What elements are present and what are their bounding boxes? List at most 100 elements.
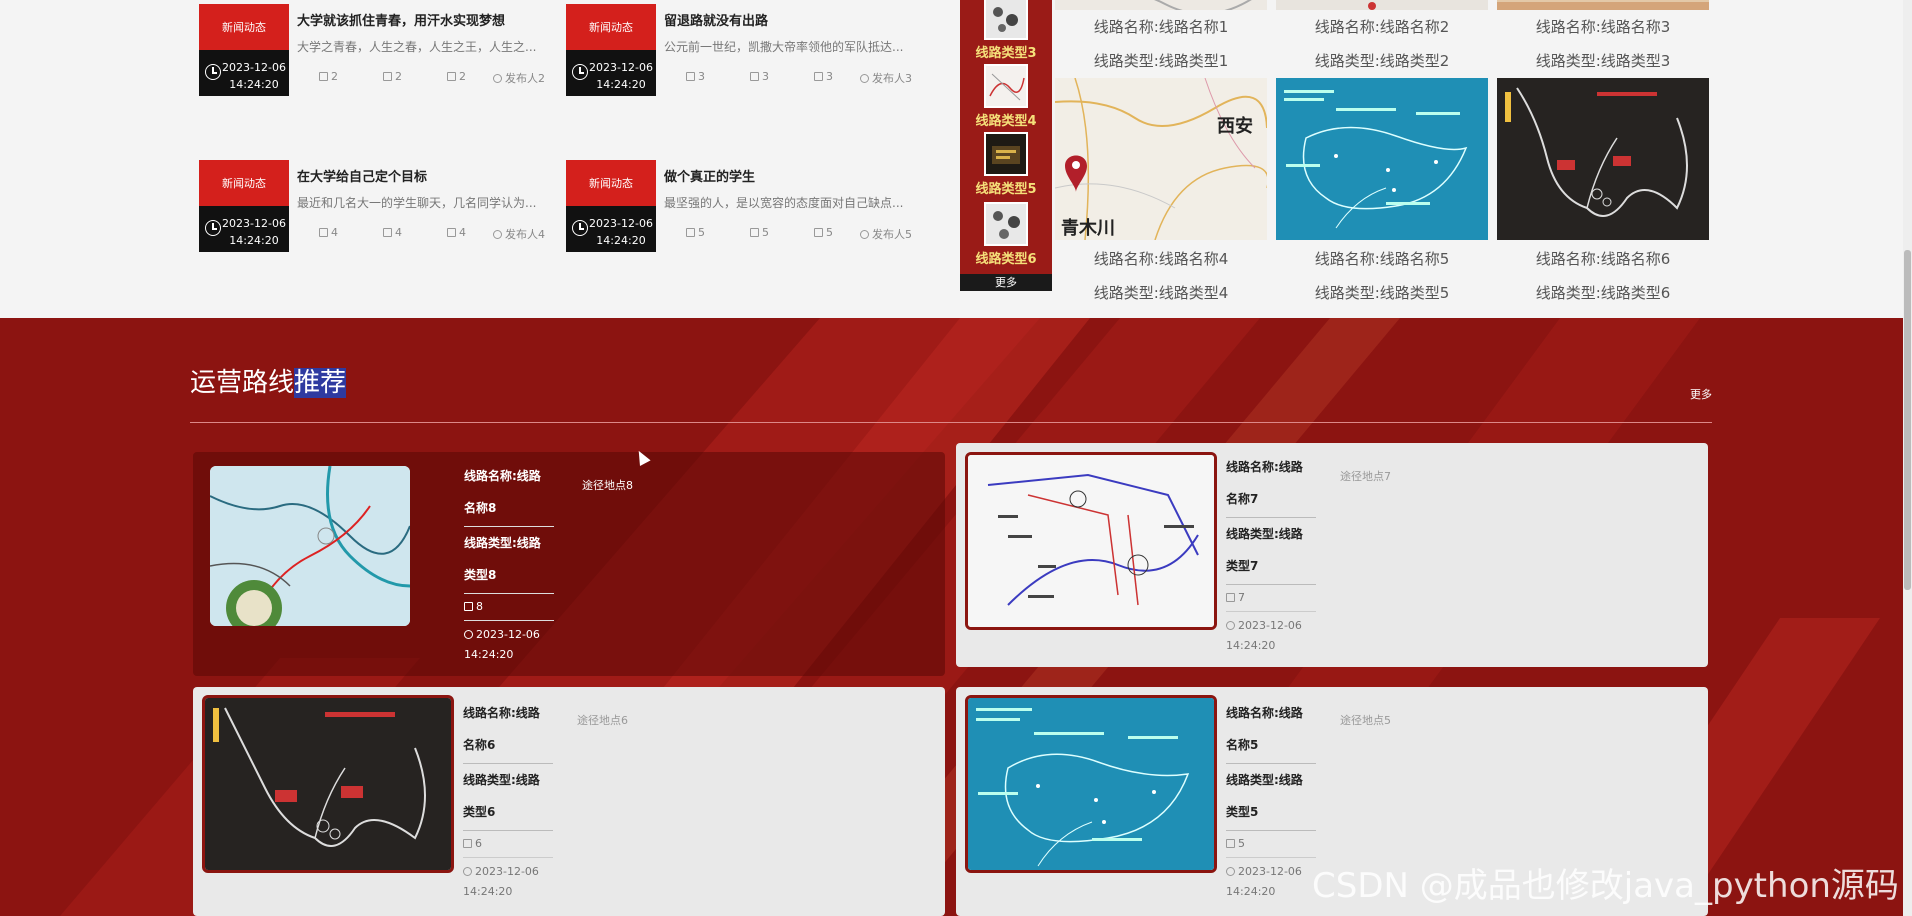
- route-type: 线路类型:线路类型5: [1314, 284, 1450, 302]
- route-card-image: [965, 452, 1217, 630]
- route-card-image: [965, 695, 1217, 873]
- route-map-image: [1497, 78, 1709, 240]
- news-meta: 5 5 5 发布人5: [686, 226, 926, 242]
- route-type-item[interactable]: 线路类型3: [960, 0, 1052, 61]
- route-type-label[interactable]: 线路类型6: [960, 248, 1052, 267]
- route-card-info: 线路名称:线路 名称7 线路类型:线路 类型7 7 2023-12-06 14:2…: [1226, 451, 1316, 656]
- comment-icon: [1226, 593, 1235, 602]
- like-count: 3: [698, 70, 705, 83]
- news-card[interactable]: 新闻动态 2023-12-06 14:24:20 大学就该抓住青春，用汗水实现梦想…: [199, 4, 559, 96]
- route-count: 5: [1238, 837, 1245, 850]
- route-type-thumbnail: [984, 0, 1028, 40]
- route-type-item[interactable]: 线路类型6: [960, 202, 1052, 267]
- news-card[interactable]: 新闻动态 2023-12-06 14:24:20 留退路就没有出路 公元前一世纪，…: [566, 4, 926, 96]
- route-time: 14:24:20: [463, 885, 513, 898]
- route-name: 线路名称:线路名称6: [1535, 250, 1671, 268]
- route-type-line1: 线路类型:线路: [464, 536, 541, 550]
- route-card-info: 线路名称:线路 名称6 线路类型:线路 类型6 6 2023-12-06 14:2…: [463, 697, 553, 902]
- map-label-qingmuchuan: 青木川: [1061, 217, 1115, 239]
- news-title[interactable]: 做个真正的学生: [664, 166, 924, 185]
- route-type-label[interactable]: 线路类型4: [960, 110, 1052, 129]
- route-time: 14:24:20: [1226, 885, 1276, 898]
- route-type-label[interactable]: 线路类型5: [960, 178, 1052, 197]
- route-type-more-button[interactable]: 更多: [960, 274, 1052, 291]
- clock-icon: [1226, 867, 1235, 876]
- news-author: 发布人5: [872, 228, 912, 241]
- route-type: 线路类型:线路类型3: [1535, 52, 1671, 70]
- clock-icon: [572, 64, 588, 80]
- comment-icon: [1226, 839, 1235, 848]
- page-scrollbar[interactable]: [1903, 0, 1912, 916]
- news-time: 14:24:20: [596, 234, 646, 247]
- news-date: 2023-12-06: [222, 217, 286, 230]
- clock-icon: [205, 64, 221, 80]
- route-type: 线路类型:线路类型2: [1314, 52, 1450, 70]
- news-desc: 最近和几名大一的学生聊天，几名同学认为...: [297, 196, 537, 210]
- route-type-line2: 类型7: [1226, 550, 1316, 585]
- route-type-thumbnail: [984, 202, 1028, 246]
- route-image: [1276, 0, 1488, 10]
- clock-icon: [1226, 621, 1235, 630]
- route-type-item[interactable]: 线路类型4: [960, 64, 1052, 129]
- route-name-line1: 线路名称:线路: [463, 706, 540, 720]
- route-type-thumbnail: [984, 64, 1028, 108]
- route-count: 6: [475, 837, 482, 850]
- route-card-info: 线路名称:线路 名称5 线路类型:线路 类型5 5 2023-12-06 14:2…: [1226, 697, 1316, 902]
- route-type-line2: 类型8: [464, 559, 554, 594]
- route-time: 14:24:20: [1226, 639, 1276, 652]
- news-desc: 公元前一世纪，凯撒大帝率领他的军队抵达...: [664, 40, 904, 54]
- route-stop: 途径地点7: [1340, 470, 1391, 483]
- route-type-label[interactable]: 线路类型3: [960, 42, 1052, 61]
- news-card[interactable]: 新闻动态 2023-12-06 14:24:20 做个真正的学生 最坚强的人，是以…: [566, 160, 926, 252]
- news-date: 2023-12-06: [222, 61, 286, 74]
- route-type-sidebar: 线路类型3 线路类型4 线路类型5 线路类型6 更多: [960, 0, 1052, 291]
- scrollbar-thumb[interactable]: [1904, 250, 1911, 590]
- news-title[interactable]: 在大学给自己定个目标: [297, 166, 557, 185]
- comment-count: 2: [395, 70, 402, 83]
- route-recommend-card[interactable]: 线路名称:线路 名称7 线路类型:线路 类型7 7 2023-12-06 14:2…: [956, 443, 1708, 667]
- news-desc: 最坚强的人，是以宽容的态度面对自己缺点...: [664, 196, 904, 210]
- route-name-line1: 线路名称:线路: [1226, 706, 1303, 720]
- route-type: 线路类型:线路类型6: [1535, 284, 1671, 302]
- comment-icon: [383, 72, 392, 81]
- route-name-line1: 线路名称:线路: [1226, 460, 1303, 474]
- route-type-line2: 类型5: [1226, 796, 1316, 831]
- star-icon: [447, 72, 456, 81]
- section-title-text: 运营路线: [190, 368, 295, 398]
- route-recommend-card[interactable]: 线路名称:线路 名称6 线路类型:线路 类型6 6 2023-12-06 14:2…: [193, 687, 945, 916]
- comment-count: 5: [762, 226, 769, 239]
- news-title[interactable]: 留退路就没有出路: [664, 10, 924, 29]
- like-icon: [319, 228, 328, 237]
- route-date: 2023-12-06: [476, 628, 540, 641]
- news-date: 2023-12-06: [589, 61, 653, 74]
- route-name: 线路名称:线路名称3: [1535, 18, 1671, 36]
- news-title[interactable]: 大学就该抓住青春，用汗水实现梦想: [297, 10, 557, 29]
- route-card-image: [210, 466, 410, 626]
- news-date: 2023-12-06: [589, 217, 653, 230]
- like-count: 4: [331, 226, 338, 239]
- favorite-count: 3: [826, 70, 833, 83]
- news-card[interactable]: 新闻动态 2023-12-06 14:24:20 在大学给自己定个目标 最近和几名…: [199, 160, 559, 252]
- route-type-line1: 线路类型:线路: [463, 773, 540, 787]
- route-name: 线路名称:线路名称1: [1093, 18, 1229, 36]
- route-type-item[interactable]: 线路类型5: [960, 132, 1052, 197]
- news-date-box: 新闻动态 2023-12-06 14:24:20: [199, 160, 289, 252]
- route-name-line2: 名称7: [1226, 483, 1316, 518]
- route-name-line2: 名称5: [1226, 729, 1316, 764]
- comment-icon: [464, 602, 473, 611]
- clock-icon: [572, 220, 588, 236]
- news-date-box: 新闻动态 2023-12-06 14:24:20: [199, 4, 289, 96]
- comment-icon: [750, 228, 759, 237]
- route-recommend-card[interactable]: 线路名称:线路 名称8 线路类型:线路 类型8 8 2023-12-06 14:2…: [193, 452, 945, 676]
- like-count: 2: [331, 70, 338, 83]
- route-map-image: [1276, 78, 1488, 240]
- route-name-line1: 线路名称:线路: [464, 469, 541, 483]
- news-time: 14:24:20: [596, 78, 646, 91]
- route-type: 线路类型:线路类型4: [1093, 284, 1229, 302]
- star-icon: [447, 228, 456, 237]
- star-icon: [814, 228, 823, 237]
- route-count: 7: [1238, 591, 1245, 604]
- news-meta: 3 3 3 发布人3: [686, 70, 926, 86]
- section-more-link[interactable]: 更多: [1690, 386, 1712, 402]
- route-date: 2023-12-06: [1238, 619, 1302, 632]
